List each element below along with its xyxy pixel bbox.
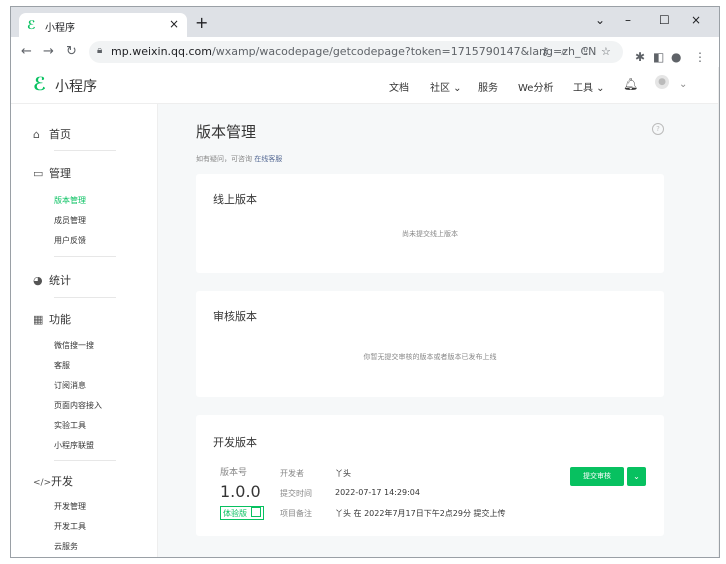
sidebar-item-version-manage[interactable]: 版本管理: [54, 195, 86, 206]
lock-icon: 🔒︎: [97, 45, 103, 56]
online-version-empty: 尚未提交线上版本: [402, 230, 458, 238]
nav-tools[interactable]: 工具 ⌄: [573, 79, 605, 94]
share-icon[interactable]: ⇪: [581, 45, 590, 58]
miniprogram-favicon-icon: ℰ: [27, 18, 36, 32]
grid-icon: ▦: [33, 313, 44, 326]
main-content: 版本管理 ? 如有疑问，可咨询 在线客服 线上版本 尚未提交线上版本 审核版本 …: [158, 104, 719, 557]
review-version-title: 审核版本: [213, 310, 257, 323]
maximize-button[interactable]: ☐: [659, 13, 670, 27]
note-value: 丫头 在 2022年7月17日下午2点29分 提交上传: [335, 509, 506, 518]
avatar[interactable]: ●: [655, 75, 669, 89]
page-scrollbar[interactable]: [718, 67, 719, 557]
back-icon[interactable]: ←: [21, 44, 32, 59]
sidebar-item-feedback[interactable]: 用户反馈: [54, 235, 86, 246]
miniprogram-logo-icon[interactable]: ℰ: [33, 74, 46, 95]
profile-icon[interactable]: ●: [671, 50, 681, 64]
sidebar-divider: [54, 460, 116, 461]
sidebar-item-page-content[interactable]: 页面内容接入: [54, 400, 102, 411]
note-label: 项目备注: [280, 509, 312, 518]
address-bar-row: ← → ↻ 🔒︎ mp.weixin.qq.com/wxamp/wacodepa…: [11, 37, 719, 68]
reload-icon[interactable]: ↻: [66, 44, 77, 59]
extensions-icon[interactable]: ✱: [635, 50, 645, 64]
home-icon: ⌂: [33, 128, 40, 141]
review-version-card: 审核版本 你暂无提交审核的版本或者版本已发布上线: [196, 291, 664, 397]
trial-version-tag[interactable]: 体验版: [220, 506, 264, 520]
url-input[interactable]: 🔒︎ mp.weixin.qq.com/wxamp/wacodepage/get…: [89, 41, 623, 63]
submit-review-button[interactable]: 提交审核: [570, 467, 624, 486]
submit-time-value: 2022-07-17 14:29:04: [335, 488, 420, 497]
sidebar-divider: [54, 150, 116, 151]
pie-chart-icon: ◕: [33, 274, 43, 287]
sidebar-divider: [54, 256, 116, 257]
browser-menu-icon[interactable]: ⋮: [694, 50, 706, 64]
sidebar-item-customer-service[interactable]: 客服: [54, 360, 70, 371]
minimize-button[interactable]: –: [625, 13, 631, 27]
sidebar-section-stats[interactable]: ◕ 统计: [33, 272, 71, 288]
tab-search-icon[interactable]: ⌄: [595, 13, 605, 27]
sidebar-item-cloud[interactable]: 云服务: [54, 541, 78, 552]
sidebar-divider: [54, 297, 116, 298]
page-title: 版本管理: [196, 123, 257, 141]
sidebar-section-manage[interactable]: ▭ 管理: [33, 165, 71, 181]
code-icon: </>: [33, 478, 52, 488]
key-icon[interactable]: ⚷: [541, 45, 549, 58]
sidebar-section-features[interactable]: ▦ 功能: [33, 311, 71, 327]
version-number: 1.0.0: [220, 482, 261, 501]
sidebar-item-subscribe-message[interactable]: 订阅消息: [54, 380, 86, 391]
sidebar-item-members[interactable]: 成员管理: [54, 215, 86, 226]
window-close-button[interactable]: ×: [691, 13, 701, 27]
review-version-empty: 你暂无提交审核的版本或者版本已发布上线: [363, 353, 497, 361]
qr-code-icon[interactable]: [251, 507, 261, 517]
sidebar-item-lab-tools[interactable]: 实验工具: [54, 420, 86, 431]
logo-text[interactable]: 小程序: [55, 76, 97, 96]
sidebar: ⌂ 首页 ▭ 管理 版本管理 成员管理 用户反馈 ◕ 统计 ▦ 功能 微信搜一搜 客服 …: [11, 104, 158, 557]
developer-value: 丫头: [335, 469, 351, 478]
new-tab-button[interactable]: +: [195, 13, 208, 32]
site-header: ℰ 小程序 文档 社区 ⌄ 服务 We分析 工具 ⌄ 🔔︎ ● ⌄: [11, 67, 719, 104]
browser-tab[interactable]: ℰ 小程序 ×: [19, 13, 187, 37]
tab-bar: ℰ 小程序 × + ⌄ – ☐ ×: [11, 7, 719, 37]
help-icon[interactable]: ?: [652, 123, 664, 135]
nav-docs[interactable]: 文档: [389, 79, 409, 94]
sidebar-item-home[interactable]: ⌂ 首页: [33, 126, 71, 142]
sidebar-item-dev-tools[interactable]: 开发工具: [54, 521, 86, 532]
help-text: 如有疑问，可咨询 在线客服: [196, 155, 283, 163]
browser-window: ℰ 小程序 × + ⌄ – ☐ × ← → ↻ 🔒︎ mp.weixin.qq.…: [10, 6, 720, 558]
online-version-title: 线上版本: [213, 193, 257, 206]
sidebar-item-alliance[interactable]: 小程序联盟: [54, 440, 94, 451]
bell-icon[interactable]: 🔔︎: [623, 77, 638, 91]
online-version-card: 线上版本 尚未提交线上版本: [196, 174, 664, 273]
submit-time-label: 提交时间: [280, 489, 312, 498]
version-label: 版本号: [220, 468, 248, 478]
tab-close-icon[interactable]: ×: [169, 17, 179, 31]
dev-version-card: 开发版本 版本号 1.0.0 体验版 开发者 丫头 提交时间 2022-07-1…: [196, 415, 664, 536]
url-text: mp.weixin.qq.com/wxamp/wacodepage/getcod…: [111, 45, 597, 58]
zoom-icon[interactable]: ⌕: [561, 45, 567, 59]
bookmark-star-icon[interactable]: ☆: [601, 45, 611, 58]
nav-we-analytics[interactable]: We分析: [518, 79, 553, 94]
side-panel-icon[interactable]: ◧: [653, 50, 664, 64]
tab-title: 小程序: [45, 23, 75, 34]
chevron-down-icon[interactable]: ⌄: [679, 79, 687, 90]
sidebar-item-dev-manage[interactable]: 开发管理: [54, 501, 86, 512]
sidebar-section-dev[interactable]: </>开发: [33, 473, 73, 489]
sidebar-item-wechat-search[interactable]: 微信搜一搜: [54, 340, 94, 351]
forward-icon[interactable]: →: [43, 44, 54, 59]
online-support-link[interactable]: 在线客服: [254, 155, 282, 163]
nav-community[interactable]: 社区 ⌄: [430, 79, 462, 94]
nav-services[interactable]: 服务: [478, 79, 498, 94]
developer-label: 开发者: [280, 469, 304, 478]
submit-dropdown-button[interactable]: ⌄: [627, 467, 646, 486]
dev-version-title: 开发版本: [213, 436, 257, 449]
manage-icon: ▭: [33, 167, 44, 180]
